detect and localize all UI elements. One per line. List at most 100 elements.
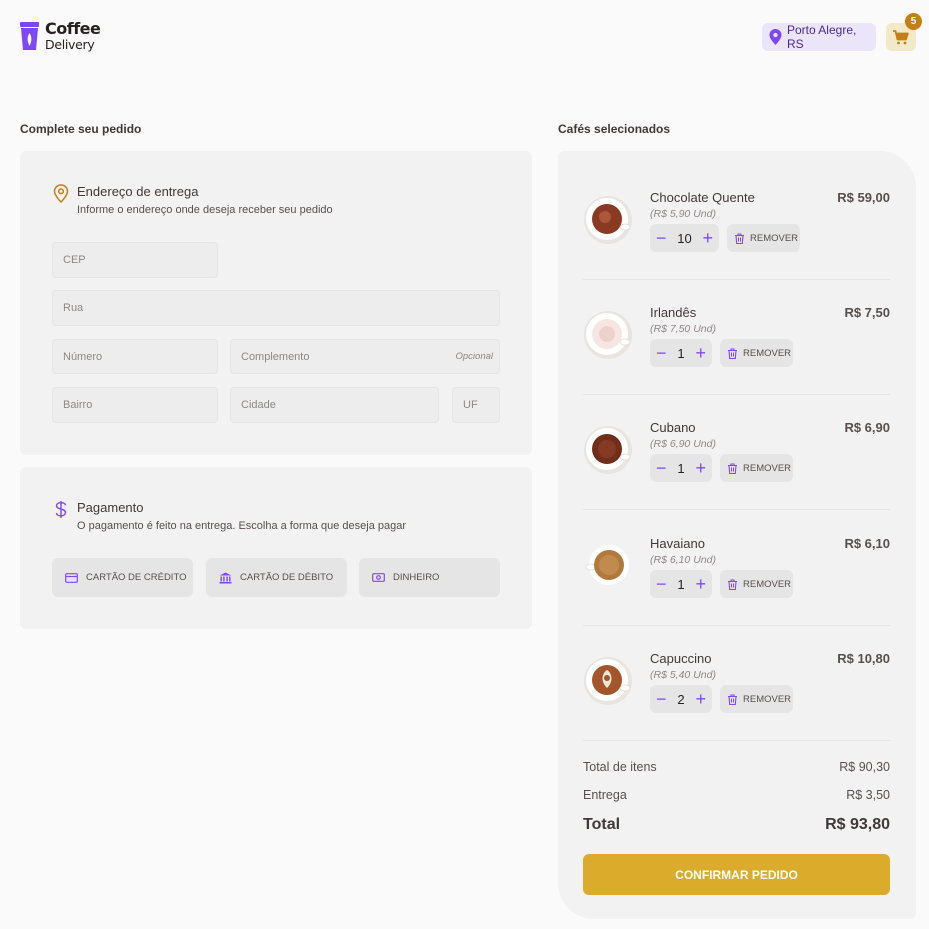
plus-icon[interactable]: + [695, 690, 706, 708]
logo[interactable]: Coffee Delivery [20, 18, 101, 52]
trash-icon [728, 462, 737, 474]
item-divider [583, 279, 890, 280]
trash-icon [728, 347, 737, 359]
neighborhood-placeholder: Bairro [63, 399, 93, 411]
item-name: Chocolate Quente [650, 190, 755, 205]
neighborhood-field[interactable]: Bairro [52, 387, 218, 423]
plus-icon[interactable]: + [702, 229, 713, 247]
currency-dollar-icon [55, 501, 67, 518]
item-divider [583, 740, 890, 741]
remove-label: Remover [743, 462, 792, 474]
cart-item: Havaiano (R$ 6,10 Und) R$ 6,10 − 1 + Rem… [583, 522, 890, 637]
credit-card-option[interactable]: Cartão de crédito [52, 558, 193, 597]
remove-button[interactable]: Remover [720, 570, 793, 598]
total-row: Total R$ 93,80 [583, 816, 890, 834]
delivery-label: Entrega [583, 788, 627, 802]
cart-item: Irlandês (R$ 7,50 Und) R$ 7,50 − 1 + Rem… [583, 291, 890, 406]
location-badge[interactable]: Porto Alegre, RS [762, 23, 876, 51]
remove-button[interactable]: Remover [720, 685, 793, 713]
bank-icon [219, 572, 232, 583]
cubano-coffee-image [584, 426, 632, 474]
complement-field[interactable]: Complemento Opcional [230, 339, 500, 374]
city-placeholder: Cidade [241, 399, 276, 411]
number-field[interactable]: Número [52, 339, 218, 374]
quantity-stepper[interactable]: − 1 + [650, 454, 712, 482]
credit-card-icon [65, 572, 78, 583]
logo-title: Coffee [45, 18, 101, 38]
cep-placeholder: CEP [63, 254, 86, 266]
minus-icon[interactable]: − [656, 229, 667, 247]
payment-title: Pagamento [77, 500, 144, 515]
state-field[interactable]: UF [452, 387, 500, 423]
capuccino-image [584, 657, 632, 705]
payment-subtitle: O pagamento é feito na entrega. Escolha … [77, 520, 406, 532]
items-total-row: Total de itens R$ 90,30 [583, 760, 890, 774]
item-price: R$ 10,80 [837, 651, 890, 666]
payment-header: Pagamento O pagamento é feito na entrega… [53, 500, 406, 532]
cart-section-title: Cafés selecionados [558, 122, 671, 136]
item-name: Irlandês [650, 305, 697, 320]
item-name: Havaiano [650, 536, 705, 551]
cep-field[interactable]: CEP [52, 242, 218, 278]
shopping-cart-icon [893, 29, 909, 44]
item-unit-price: (R$ 5,40 Und) [650, 669, 716, 681]
debit-card-label: Cartão de débito [240, 572, 334, 583]
remove-button[interactable]: Remover [727, 224, 800, 252]
location-label: Porto Alegre, RS [786, 23, 857, 51]
trash-icon [728, 578, 737, 590]
trash-icon [735, 232, 744, 244]
order-section-title: Complete seu pedido [20, 122, 142, 136]
remove-label: Remover [743, 347, 792, 359]
item-divider [583, 625, 890, 626]
item-divider [583, 509, 890, 510]
remove-button[interactable]: Remover [720, 454, 793, 482]
cash-option[interactable]: Dinheiro [359, 558, 500, 597]
credit-card-label: Cartão de crédito [86, 572, 187, 583]
quantity-stepper[interactable]: − 1 + [650, 339, 712, 367]
address-card: Endereço de entrega Informe o endereço o… [20, 151, 532, 455]
delivery-row: Entrega R$ 3,50 [583, 788, 890, 802]
minus-icon[interactable]: − [656, 575, 667, 593]
money-icon [372, 573, 385, 582]
cart-item: Capuccino (R$ 5,40 Und) R$ 10,80 − 2 + R… [583, 637, 890, 752]
complement-optional-label: Opcional [455, 351, 494, 362]
item-unit-price: (R$ 7,50 Und) [650, 323, 716, 335]
quantity-stepper[interactable]: − 10 + [650, 224, 719, 252]
item-divider [583, 394, 890, 395]
cart-item: Chocolate Quente (R$ 5,90 Und) R$ 59,00 … [583, 176, 890, 291]
total-label: Total [583, 816, 621, 833]
address-title: Endereço de entrega [77, 184, 199, 199]
minus-icon[interactable]: − [656, 690, 667, 708]
state-placeholder: UF [463, 399, 478, 411]
items-total-value: R$ 90,30 [839, 760, 890, 774]
plus-icon[interactable]: + [695, 575, 706, 593]
minus-icon[interactable]: − [656, 344, 667, 362]
cart-card: Chocolate Quente (R$ 5,90 Und) R$ 59,00 … [558, 151, 916, 919]
item-unit-price: (R$ 6,90 Und) [650, 438, 716, 450]
plus-icon[interactable]: + [695, 459, 706, 477]
street-field[interactable]: Rua [52, 290, 500, 326]
irish-coffee-image [584, 311, 632, 359]
city-field[interactable]: Cidade [230, 387, 439, 423]
remove-label: Remover [743, 693, 792, 705]
quantity-value: 1 [677, 345, 685, 361]
address-header: Endereço de entrega Informe o endereço o… [53, 184, 333, 216]
plus-icon[interactable]: + [695, 344, 706, 362]
remove-label: Remover [743, 578, 792, 590]
trash-icon [728, 693, 737, 705]
coffee-cup-logo-icon [20, 22, 39, 50]
map-pin-outline-icon [53, 184, 69, 203]
map-pin-icon [769, 29, 782, 45]
quantity-value: 2 [677, 691, 685, 707]
hot-chocolate-image [584, 196, 632, 244]
quantity-stepper[interactable]: − 2 + [650, 685, 712, 713]
confirm-order-button[interactable]: Confirmar pedido [583, 854, 890, 895]
remove-button[interactable]: Remover [720, 339, 793, 367]
complement-placeholder: Complemento [241, 350, 310, 363]
debit-card-option[interactable]: Cartão de débito [206, 558, 347, 597]
minus-icon[interactable]: − [656, 459, 667, 477]
logo-subtitle: Delivery [45, 36, 95, 52]
total-value: R$ 93,80 [825, 816, 890, 833]
items-total-label: Total de itens [583, 760, 657, 774]
quantity-stepper[interactable]: − 1 + [650, 570, 712, 598]
